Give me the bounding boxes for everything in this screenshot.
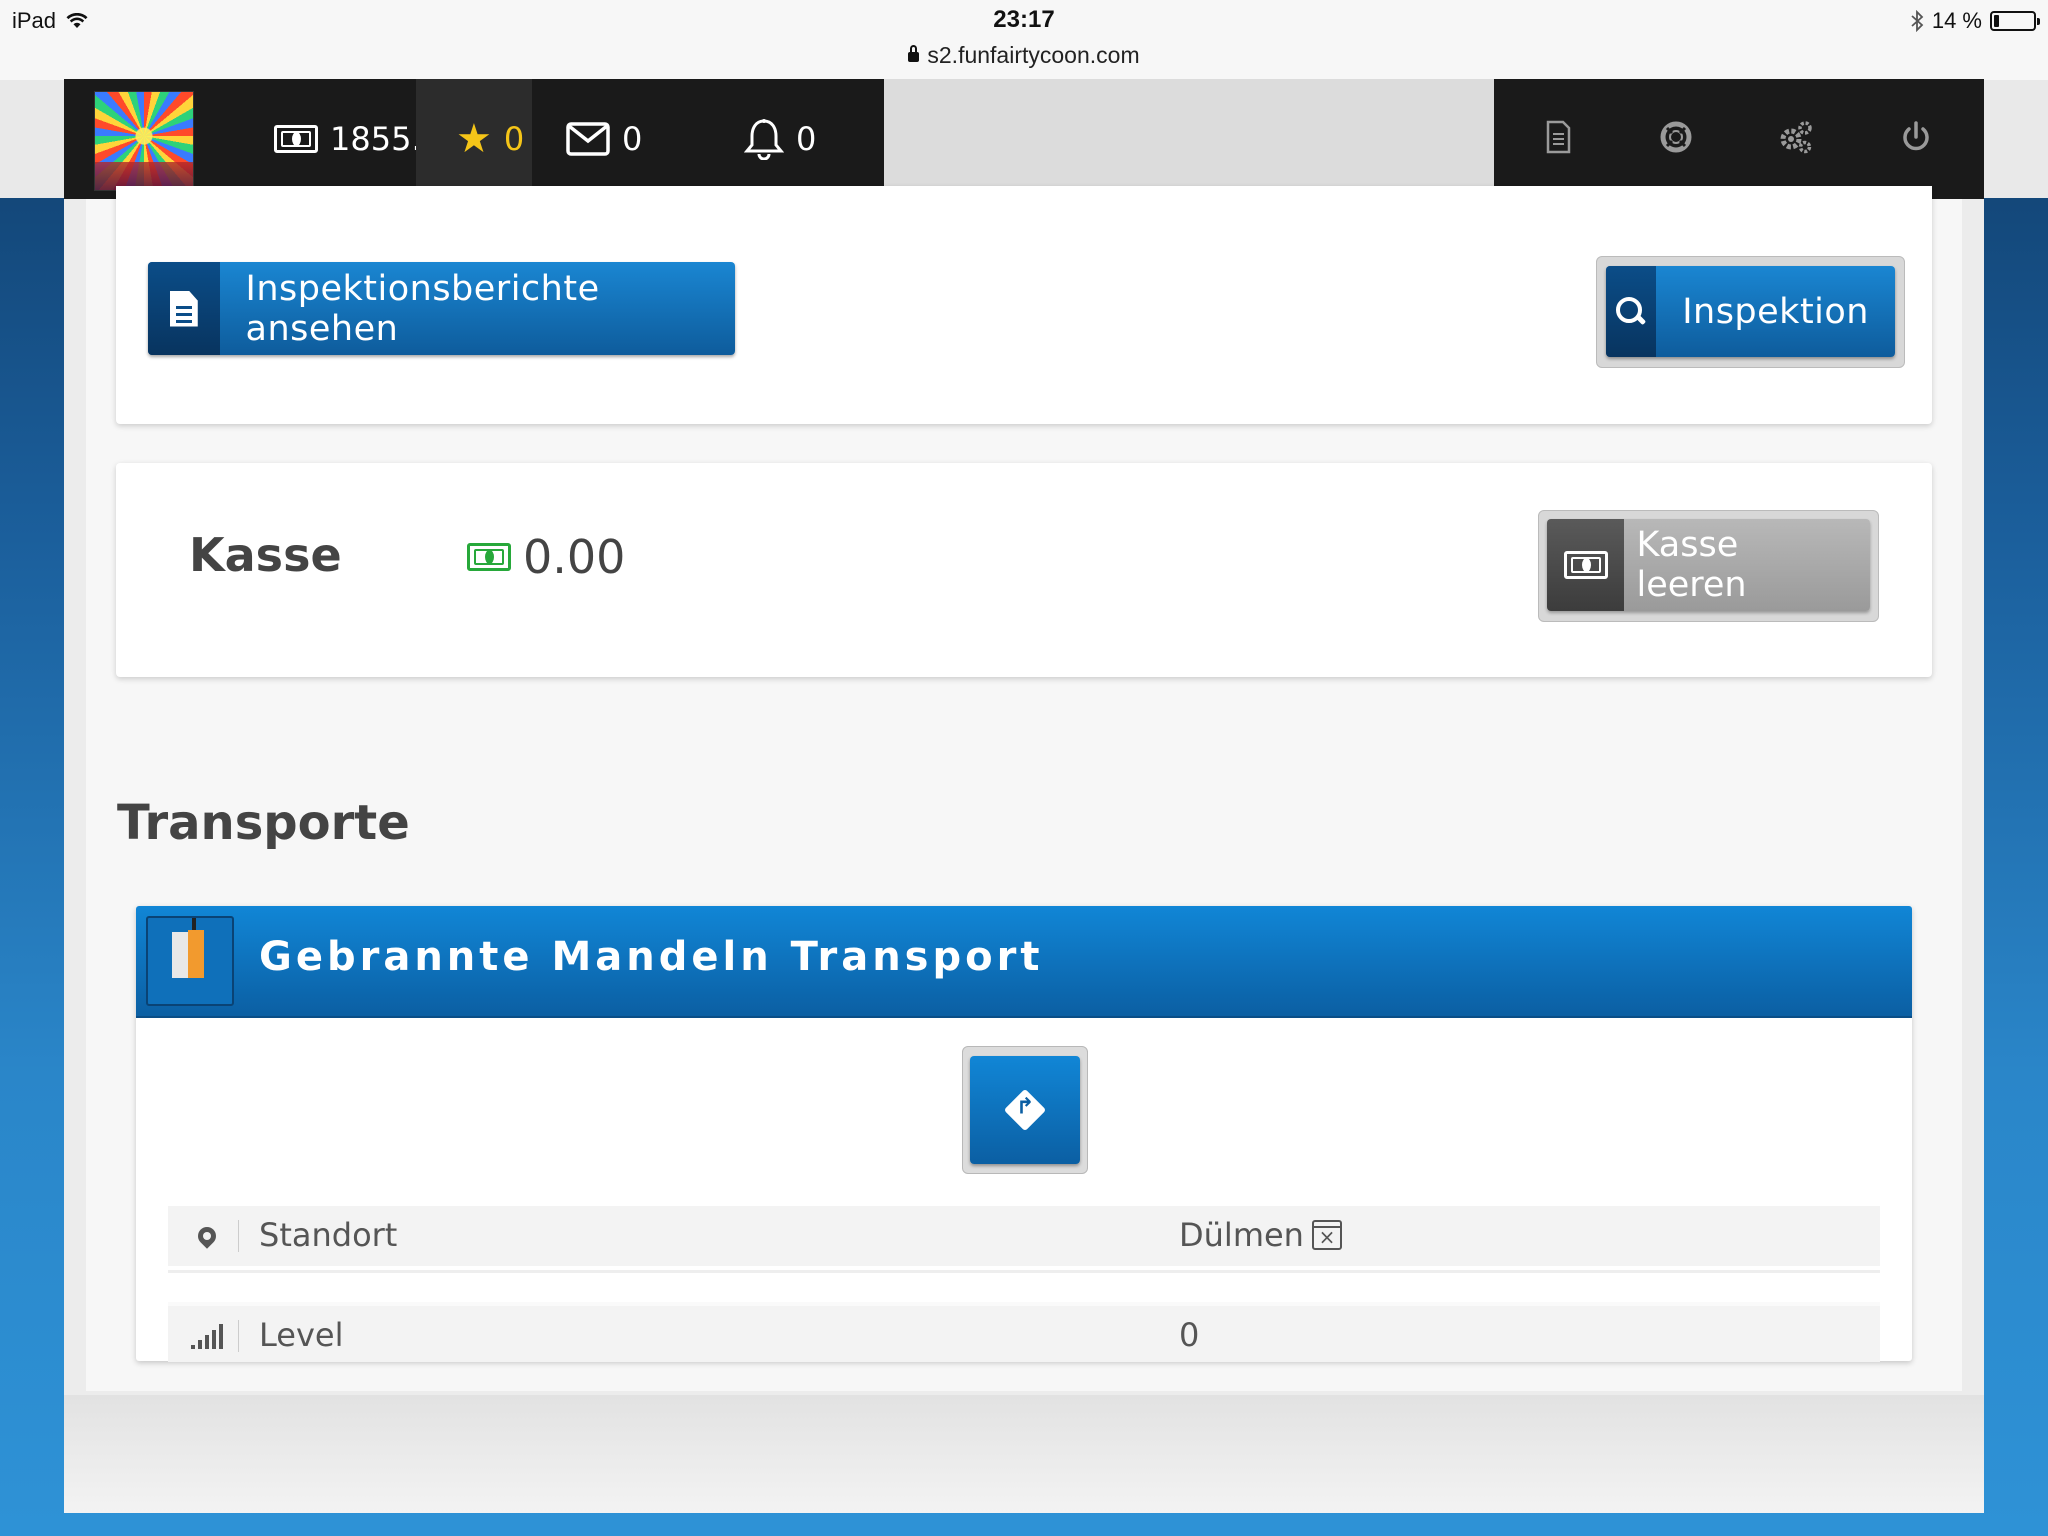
power-icon[interactable] [1896, 117, 1936, 157]
row-label: Standort [259, 1216, 398, 1254]
money-icon [1563, 551, 1608, 579]
thumbnail-part [192, 918, 196, 930]
clock: 23:17 [993, 6, 1055, 33]
document-icon[interactable] [1538, 117, 1578, 157]
calendar-x-icon[interactable] [1311, 1220, 1342, 1250]
transport-card-header[interactable]: Gebrannte Mandeln Transport [136, 906, 1912, 1018]
search-icon [1616, 296, 1646, 327]
row-value: Dülmen [1179, 1216, 1342, 1254]
star-icon: ★ [456, 116, 492, 162]
bluetooth-icon [1911, 10, 1924, 32]
divider [238, 1220, 239, 1252]
status-right: 14 % [1910, 8, 2040, 34]
lifebuoy-icon[interactable] [1656, 117, 1696, 157]
messages-stat[interactable]: 0 [566, 79, 642, 199]
stars-stat[interactable]: ★ 0 [456, 79, 524, 199]
directions-icon [1003, 1088, 1047, 1132]
button-icon-area [148, 262, 220, 355]
empty-cash-button[interactable]: Kasse leeren [1547, 519, 1870, 611]
transport-title: Gebrannte Mandeln Transport [259, 934, 1044, 980]
bar [198, 1340, 202, 1349]
button-label: Kasse leeren [1636, 525, 1747, 605]
button-label: Inspektion [1682, 291, 1869, 332]
gears-icon[interactable] [1776, 117, 1816, 157]
address-bar[interactable]: s2.funfairtycoon.com [0, 42, 2048, 69]
cash-amount: 0.00 [523, 530, 626, 584]
envelope-icon [566, 122, 610, 156]
row-separator [168, 1270, 1880, 1298]
view-inspection-reports-button[interactable]: Inspektionsberichte ansehen [148, 262, 735, 355]
row-label: Level [259, 1316, 344, 1354]
bar [219, 1324, 223, 1349]
route-button[interactable] [970, 1056, 1080, 1164]
cash-value: 0.00 [467, 530, 625, 584]
inspect-button[interactable]: Inspektion [1606, 266, 1895, 357]
info-row-location: Standort Dülmen [168, 1206, 1880, 1266]
bar [191, 1345, 195, 1349]
section-heading: Transporte [117, 795, 410, 851]
money-icon [467, 543, 511, 571]
top-nav-left: 1855.35 ★ 0 0 0 [64, 79, 884, 199]
bar [212, 1330, 216, 1349]
transport-card: Gebrannte Mandeln Transport Standort Dül… [136, 906, 1912, 1362]
button-icon-area [1547, 519, 1625, 611]
info-row-level: Level 0 [168, 1302, 1880, 1362]
row-value: 0 [1179, 1316, 1200, 1354]
thumbnail-part [188, 930, 204, 978]
money-icon [274, 125, 318, 153]
battery-icon [1990, 11, 2040, 31]
page-footer-area [64, 1395, 1984, 1513]
park-avatar[interactable] [94, 91, 194, 191]
battery-level [1994, 15, 1999, 27]
top-nav-right [1494, 79, 1984, 199]
signal-bars-icon [191, 1320, 223, 1352]
ios-status-bar: iPad 23:17 s2.funfairtycoon.com 14 % [0, 0, 2048, 80]
signal-bars [191, 1323, 223, 1349]
map-pin-icon [192, 1220, 222, 1252]
transport-thumbnail [146, 916, 234, 1006]
location-value: Dülmen [1179, 1216, 1304, 1254]
battery-percent: 14 % [1931, 8, 1982, 33]
stars-value: 0 [503, 120, 525, 158]
cash-label: Kasse [189, 528, 342, 582]
top-nav-spacer [884, 79, 1494, 199]
pin-shape [194, 1223, 220, 1249]
messages-value: 0 [622, 120, 643, 158]
notifications-value: 0 [796, 120, 817, 158]
bell-icon [744, 119, 784, 160]
url-text: s2.funfairtycoon.com [927, 42, 1140, 68]
notifications-stat[interactable]: 0 [744, 79, 816, 199]
divider [238, 1320, 239, 1352]
file-text-icon [169, 290, 198, 327]
button-label: Inspektionsberichte ansehen [245, 268, 600, 349]
lock-icon [908, 45, 920, 62]
bar [205, 1335, 209, 1349]
button-icon-area [1606, 266, 1657, 357]
